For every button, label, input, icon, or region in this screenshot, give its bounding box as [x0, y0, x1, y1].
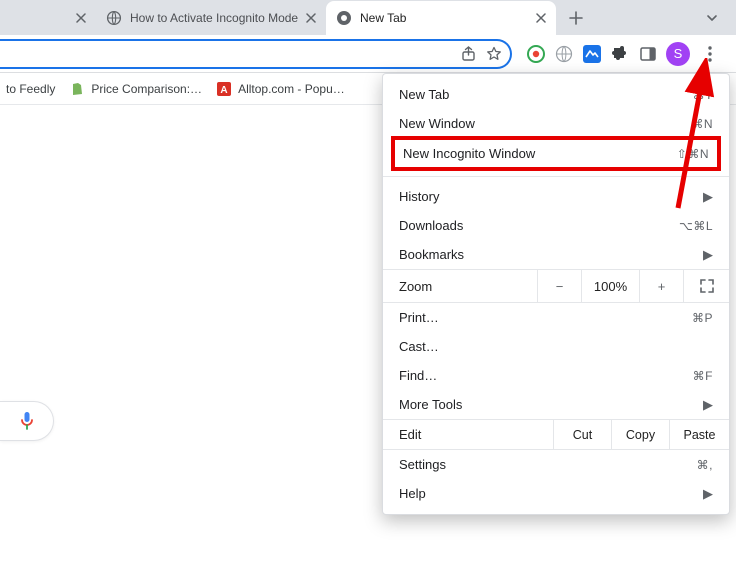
tab-label: New Tab — [360, 11, 530, 25]
zoom-value: 100% — [581, 270, 639, 302]
menu-label: Print… — [399, 310, 692, 325]
chrome-menu-button[interactable] — [698, 42, 722, 66]
avatar-letter: S — [674, 46, 683, 61]
menu-shortcut: ⌥⌘L — [679, 219, 713, 233]
menu-label: Bookmarks — [399, 247, 703, 262]
menu-shortcut: ⇧⌘N — [677, 147, 709, 161]
menu-cast[interactable]: Cast… — [383, 332, 729, 361]
menu-label: New Incognito Window — [403, 146, 677, 161]
menu-new-tab[interactable]: New Tab ⌘T — [383, 80, 729, 109]
bookmark-item[interactable]: A Alltop.com - Popu… — [216, 81, 345, 97]
menu-label: Settings — [399, 457, 697, 472]
menu-edit-row: Edit Cut Copy Paste — [383, 419, 729, 450]
menu-zoom-row: Zoom − 100% + — [383, 269, 729, 303]
chevron-right-icon: ▶ — [703, 247, 713, 263]
menu-shortcut: ⌘, — [697, 458, 713, 472]
chevron-right-icon: ▶ — [703, 486, 713, 502]
edit-copy-button[interactable]: Copy — [611, 420, 669, 449]
close-icon[interactable] — [306, 13, 316, 23]
edit-label: Edit — [383, 427, 553, 442]
star-icon[interactable] — [486, 46, 502, 62]
menu-shortcut: ⌘P — [692, 311, 713, 325]
tabs-dropdown-button[interactable] — [698, 4, 726, 32]
tab-label: How to Activate Incognito Mode — [130, 11, 300, 25]
menu-print[interactable]: Print… ⌘P — [383, 303, 729, 332]
zoom-label: Zoom — [383, 270, 537, 302]
menu-more-tools[interactable]: More Tools ▶ — [383, 390, 729, 419]
menu-find[interactable]: Find… ⌘F — [383, 361, 729, 390]
menu-label: New Tab — [399, 87, 693, 102]
tab-strip: How to Activate Incognito Mode New Tab — [0, 0, 736, 35]
extension-icon[interactable] — [582, 44, 602, 64]
bookmark-label: Price Comparison:… — [91, 82, 202, 96]
chrome-menu: New Tab ⌘T New Window ⌘N New Incognito W… — [382, 73, 730, 515]
bookmark-label: Alltop.com - Popu… — [238, 82, 345, 96]
menu-label: Help — [399, 486, 703, 501]
fullscreen-button[interactable] — [683, 270, 729, 302]
extension-icon[interactable] — [554, 44, 574, 64]
menu-shortcut: ⌘T — [693, 88, 713, 102]
fullscreen-icon — [700, 279, 714, 293]
bookmark-label: to Feedly — [6, 82, 55, 96]
side-panel-icon[interactable] — [638, 44, 658, 64]
extensions-row: S — [520, 42, 728, 66]
menu-downloads[interactable]: Downloads ⌥⌘L — [383, 211, 729, 240]
menu-label: History — [399, 189, 703, 204]
annotation-highlight: New Incognito Window ⇧⌘N — [391, 136, 721, 171]
menu-label: New Window — [399, 116, 691, 131]
menu-label: Find… — [399, 368, 693, 383]
zoom-in-button[interactable]: + — [639, 270, 683, 302]
menu-label: Cast… — [399, 339, 713, 354]
edit-paste-button[interactable]: Paste — [669, 420, 729, 449]
menu-new-incognito[interactable]: New Incognito Window ⇧⌘N — [395, 140, 717, 167]
address-bar[interactable] — [0, 39, 512, 69]
extension-icon[interactable] — [526, 44, 546, 64]
menu-separator — [383, 176, 729, 177]
menu-settings[interactable]: Settings ⌘, — [383, 450, 729, 479]
tab-inactive[interactable]: How to Activate Incognito Mode — [96, 1, 326, 35]
tab-active[interactable]: New Tab — [326, 1, 556, 35]
close-icon[interactable] — [536, 13, 546, 23]
menu-bookmarks[interactable]: Bookmarks ▶ — [383, 240, 729, 269]
new-tab-button[interactable] — [562, 4, 590, 32]
chevron-right-icon: ▶ — [703, 189, 713, 205]
voice-search-button[interactable] — [0, 401, 54, 441]
microphone-icon — [20, 411, 34, 431]
toolbar: S — [0, 35, 736, 73]
menu-new-window[interactable]: New Window ⌘N — [383, 109, 729, 138]
menu-label: Downloads — [399, 218, 679, 233]
menu-history[interactable]: History ▶ — [383, 182, 729, 211]
menu-help[interactable]: Help ▶ — [383, 479, 729, 508]
bookmark-item[interactable]: Price Comparison:… — [69, 81, 202, 97]
alltop-icon: A — [216, 81, 232, 97]
extensions-puzzle-icon[interactable] — [610, 44, 630, 64]
zoom-out-button[interactable]: − — [537, 270, 581, 302]
profile-avatar[interactable]: S — [666, 42, 690, 66]
chevron-right-icon: ▶ — [703, 397, 713, 413]
svg-text:A: A — [220, 85, 227, 96]
menu-label: More Tools — [399, 397, 703, 412]
share-icon[interactable] — [461, 46, 476, 62]
bookmark-item[interactable]: to Feedly — [6, 82, 55, 96]
tab-close-left[interactable] — [6, 1, 96, 35]
globe-icon — [106, 10, 122, 26]
edit-cut-button[interactable]: Cut — [553, 420, 611, 449]
menu-shortcut: ⌘F — [693, 369, 713, 383]
chrome-icon — [336, 10, 352, 26]
shopify-icon — [69, 81, 85, 97]
menu-shortcut: ⌘N — [691, 117, 713, 131]
close-icon — [76, 13, 86, 23]
